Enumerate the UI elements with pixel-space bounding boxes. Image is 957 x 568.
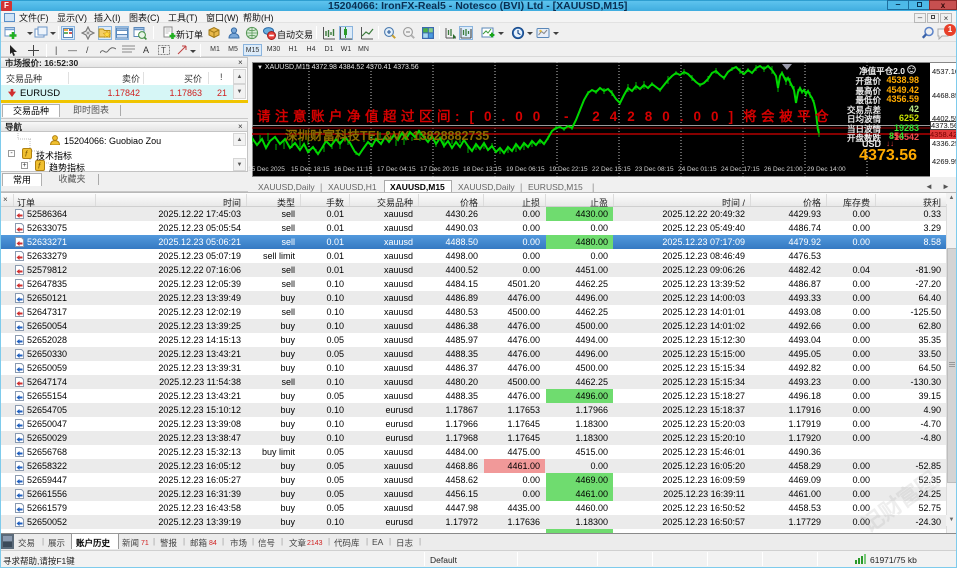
svg-text:T: T [161, 46, 166, 55]
